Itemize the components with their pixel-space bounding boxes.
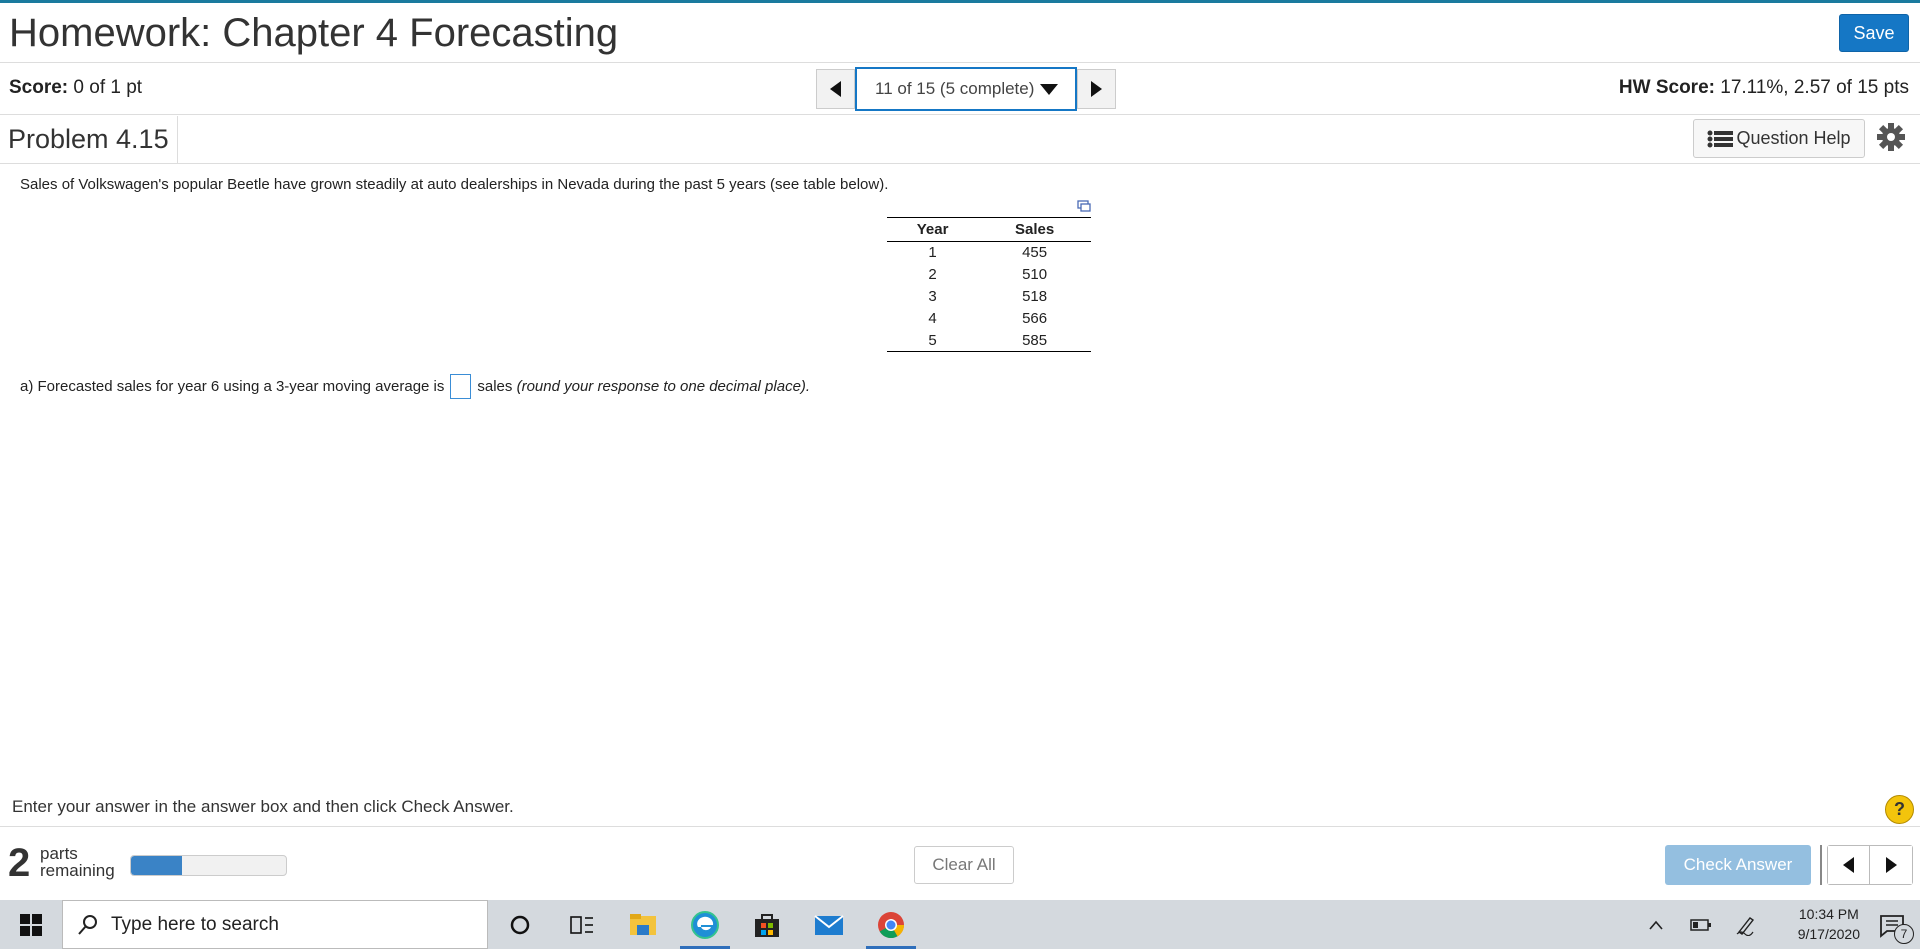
- arrow-left-icon: [1843, 857, 1854, 873]
- save-button[interactable]: Save: [1839, 14, 1909, 52]
- instructions-text: Enter your answer in the answer box and …: [12, 797, 514, 816]
- table-row: 3 518: [887, 286, 1091, 308]
- clock[interactable]: 10:34 PM 9/17/2020: [1798, 904, 1860, 944]
- next-question-button[interactable]: [1077, 69, 1116, 109]
- arrow-right-icon: [1885, 857, 1897, 873]
- question-intro: Sales of Volkswagen's popular Beetle hav…: [20, 176, 889, 193]
- footer-previous-button[interactable]: [1828, 846, 1870, 884]
- table-row: 4 566: [887, 308, 1091, 330]
- footer: 2 parts remaining Clear All Check Answer: [0, 826, 1920, 900]
- cell-sales: 510: [1022, 266, 1048, 283]
- answer-input[interactable]: [450, 374, 472, 399]
- clear-all-button[interactable]: Clear All: [914, 846, 1014, 884]
- table-row: 5 585: [887, 330, 1091, 352]
- cell-year: 5: [928, 331, 937, 349]
- footer-navigation: [1827, 845, 1913, 885]
- question-help-button[interactable]: Question Help: [1693, 119, 1865, 158]
- part-a-suffix: sales: [477, 378, 513, 395]
- parts-label-line2: remaining: [40, 861, 115, 880]
- question-navigator: 11 of 15 (5 complete): [816, 67, 1116, 111]
- parts-progress-bar: [130, 855, 287, 876]
- homework-title: Homework: Chapter 4 Forecasting: [9, 11, 619, 55]
- header-sales: Sales: [978, 217, 1091, 242]
- parts-remaining-label: parts remaining: [40, 845, 115, 879]
- cell-year: 1: [928, 244, 937, 262]
- cell-sales: 518: [1022, 288, 1048, 305]
- cell-sales: 455: [1022, 244, 1048, 262]
- problem-bar: Problem 4.15 Question Help: [0, 116, 1920, 164]
- check-answer-button[interactable]: Check Answer: [1665, 845, 1811, 885]
- hw-score: HW Score: 17.11%, 2.57 of 15 pts: [1619, 77, 1909, 99]
- problem-title: Problem 4.15: [0, 116, 178, 163]
- search-icon: [78, 915, 97, 935]
- clock-date: 9/17/2020: [1797, 926, 1860, 942]
- cell-year: 2: [928, 266, 937, 283]
- taskbar-search-input[interactable]: Type here to search: [62, 900, 488, 949]
- cortana-icon[interactable]: [503, 908, 537, 942]
- previous-question-button[interactable]: [816, 69, 855, 109]
- table-row: 1 455: [887, 242, 1091, 264]
- question-select-value: 11 of 15 (5 complete): [875, 79, 1035, 98]
- score-label: Score:: [9, 77, 69, 98]
- sales-table: Year Sales 1 455 2 510 3 518 4 566 5 585: [887, 217, 1091, 352]
- gear-icon[interactable]: [1876, 122, 1906, 152]
- question-select[interactable]: 11 of 15 (5 complete): [855, 67, 1077, 111]
- score-bar: Score: 0 of 1 pt 11 of 15 (5 complete) H…: [0, 64, 1920, 115]
- popout-icon[interactable]: [1077, 200, 1091, 212]
- table-header-row: Year Sales: [887, 217, 1091, 242]
- clock-time: 10:34 PM: [1798, 906, 1859, 922]
- cell-sales: 566: [1022, 310, 1048, 327]
- hw-score-value: 17.11%, 2.57 of 15 pts: [1720, 77, 1909, 98]
- task-view-icon[interactable]: [565, 908, 599, 942]
- part-a-prefix: a) Forecasted sales for year 6 using a 3…: [20, 378, 445, 395]
- progress-fill: [131, 856, 183, 875]
- score-value: 0 of 1 pt: [73, 77, 143, 98]
- header-year: Year: [887, 217, 979, 242]
- parts-label-line1: parts: [40, 844, 78, 863]
- battery-icon[interactable]: [1690, 900, 1712, 949]
- header: Homework: Chapter 4 Forecasting Save: [0, 3, 1920, 63]
- part-a-hint: (round your response to one decimal plac…: [516, 378, 811, 395]
- arrow-left-icon: [830, 81, 841, 97]
- table-row: 2 510: [887, 264, 1091, 286]
- search-placeholder: Type here to search: [111, 913, 279, 935]
- cell-year: 3: [928, 288, 937, 305]
- tray-overflow-icon[interactable]: [1648, 900, 1664, 949]
- question-help-label: Question Help: [1736, 128, 1851, 148]
- mail-icon[interactable]: [812, 908, 846, 942]
- file-explorer-icon[interactable]: [626, 908, 660, 942]
- list-icon: [1707, 130, 1734, 147]
- caret-down-icon: [1040, 83, 1059, 95]
- pen-icon[interactable]: [1735, 900, 1757, 949]
- arrow-right-icon: [1091, 81, 1102, 97]
- edge-browser-icon[interactable]: [688, 908, 722, 942]
- footer-divider: [1820, 845, 1822, 885]
- chrome-icon[interactable]: [874, 908, 908, 942]
- hw-score-label: HW Score:: [1618, 77, 1715, 98]
- windows-start-icon[interactable]: [20, 914, 42, 936]
- footer-next-button[interactable]: [1870, 846, 1912, 884]
- windows-taskbar: Type here to search 10:34 PM 9/17/2020 7: [0, 900, 1920, 949]
- cell-year: 4: [928, 310, 937, 327]
- cell-sales: 585: [1022, 331, 1048, 349]
- store-icon[interactable]: [750, 908, 784, 942]
- notification-count-badge: 7: [1894, 924, 1914, 944]
- parts-remaining-count: 2: [8, 841, 31, 885]
- help-question-icon[interactable]: ?: [1885, 795, 1914, 824]
- score: Score: 0 of 1 pt: [9, 77, 142, 99]
- part-a: a) Forecasted sales for year 6 using a 3…: [20, 374, 810, 399]
